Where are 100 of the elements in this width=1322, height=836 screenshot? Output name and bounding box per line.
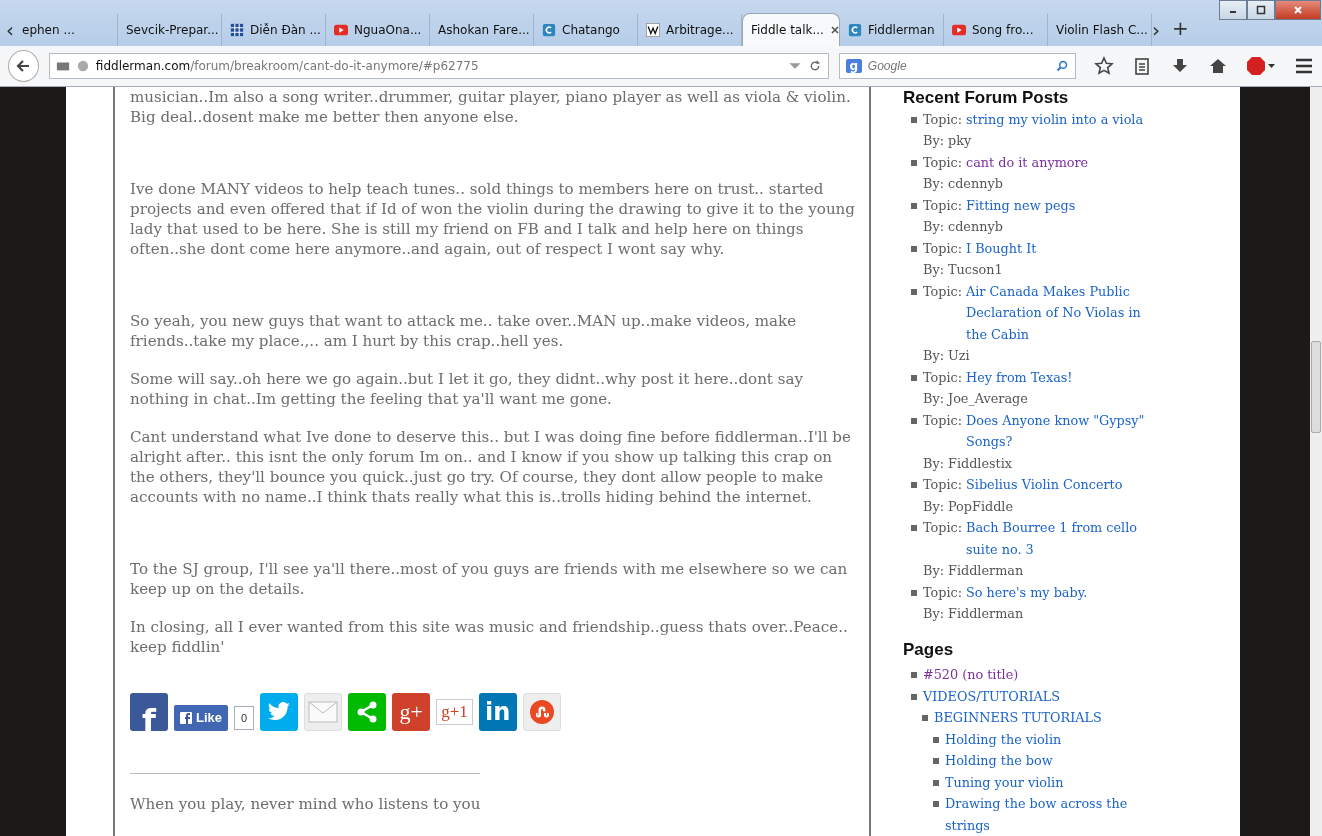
bird-icon xyxy=(267,702,292,722)
author-text: By: PopFiddle xyxy=(923,497,1015,516)
minimize-button[interactable] xyxy=(1218,0,1247,20)
twitter-share-button[interactable] xyxy=(260,693,299,731)
author-text: By: cdennyb xyxy=(923,175,1004,193)
browser-tab[interactable]: Fiddle talk... xyxy=(742,13,840,46)
section-heading: Recent Forum Posts xyxy=(903,87,1070,109)
topic-label: Topic: xyxy=(923,583,962,602)
scrollbar-thumb[interactable] xyxy=(1311,341,1321,433)
linkedin-share-button[interactable]: in xyxy=(478,693,517,731)
topic-label: Topic: xyxy=(923,110,962,129)
signature-text: When you play, never mind who listens to you xyxy=(130,794,482,814)
author-text: By: Fiddlerman xyxy=(923,605,1025,623)
envelope-icon xyxy=(308,701,339,723)
folder-icon xyxy=(55,60,70,72)
scroll-tabs-right-button[interactable]: › xyxy=(1152,16,1160,46)
url-text: fiddlerman.com/forum/breakroom/cant-do-it-anymore/#p62775 xyxy=(95,59,480,73)
back-button[interactable] xyxy=(8,50,39,82)
author-text: By: Tucson1 xyxy=(923,261,1004,279)
maximize-button[interactable] xyxy=(1246,0,1275,20)
clipboard-icon[interactable] xyxy=(1132,56,1152,76)
topic-link[interactable]: Fitting new pegs xyxy=(966,194,1076,216)
stumbleupon-icon xyxy=(528,699,555,725)
list-bullet xyxy=(911,525,917,531)
page-link[interactable]: VIDEOS/TUTORIALS xyxy=(923,685,1156,707)
star-icon[interactable] xyxy=(1094,56,1114,76)
search-bar[interactable]: g Google xyxy=(838,53,1076,79)
page-link[interactable]: Drawing the bow across the strings xyxy=(945,793,1156,836)
post-paragraph: musician..Im also a song writer..drummer, guitar player, piano player as well as viola & violin. Big deal..dosent make me better then anyone else. xyxy=(130,87,852,127)
topic-label: Topic: xyxy=(923,282,962,301)
author-text: By: Fiddlestix xyxy=(923,454,1014,473)
author-text: By: Fiddlerman xyxy=(923,562,1025,580)
list-bullet xyxy=(911,672,917,678)
search-icon[interactable] xyxy=(1055,60,1069,72)
topic-label: Topic: xyxy=(923,476,962,494)
topic-link[interactable]: Air Canada Makes Public Declaration of No Violas in the Cabin xyxy=(966,280,1156,345)
author-text: By: cdennyb xyxy=(923,218,1004,236)
arrow-left-icon xyxy=(15,58,32,74)
page-link[interactable]: Holding the bow xyxy=(945,750,1053,772)
scrollbar[interactable] xyxy=(1310,87,1322,836)
page-link[interactable]: Tuning your violin xyxy=(945,771,1064,793)
play-icon xyxy=(334,23,348,37)
topic-label: Topic: xyxy=(923,153,962,172)
topic-label: Topic: xyxy=(923,519,962,537)
new-tab-button[interactable]: + xyxy=(1172,14,1189,42)
page-link[interactable]: BEGINNERS TUTORIALS xyxy=(934,707,1156,729)
topic-link[interactable]: cant do it anymore xyxy=(966,151,1089,173)
play-icon xyxy=(952,23,966,37)
author-text: By: Uzi xyxy=(923,347,971,365)
list-bullet xyxy=(911,159,917,166)
wiki-icon xyxy=(646,23,660,37)
globe-icon xyxy=(75,60,90,72)
like-button[interactable]: Like xyxy=(174,705,228,731)
search-engine-button[interactable]: g xyxy=(845,59,862,73)
topic-link[interactable]: string my violin into a viola xyxy=(966,108,1144,130)
facebook-icon xyxy=(180,712,192,724)
author-text: By: pky xyxy=(923,132,973,150)
topic-label: Topic: xyxy=(923,411,962,430)
page-link[interactable]: #520 (no title) xyxy=(923,664,1019,686)
list-bullet xyxy=(911,116,917,123)
list-bullet xyxy=(911,693,917,700)
list-bullet xyxy=(911,417,917,424)
like-count: 0 xyxy=(234,706,255,730)
topic-label: Topic: xyxy=(923,196,962,215)
post-paragraph: To the SJ group, I'll see ya'll there..most of you guys are friends with me elsewhere so we can keep up on the details. xyxy=(130,559,849,599)
list-bullet xyxy=(911,374,917,381)
list-bullet xyxy=(922,715,928,721)
list-bullet xyxy=(911,482,917,488)
list-bullet xyxy=(933,801,939,807)
list-bullet xyxy=(911,589,917,596)
list-bullet xyxy=(911,288,917,295)
maximize-icon xyxy=(1255,5,1266,15)
topic-link[interactable]: Bach Bourree 1 from cello suite no. 3 xyxy=(966,517,1156,560)
google-plus-share-button[interactable]: g+ xyxy=(392,693,431,731)
topic-label: Topic: xyxy=(923,368,962,387)
grid-icon xyxy=(230,23,244,37)
stop-sign-icon[interactable] xyxy=(1246,56,1276,76)
home-icon[interactable] xyxy=(1208,56,1228,76)
post-paragraph: Some will say..oh here we go again..but I let it go, they didnt..why post it here..dont say nothing in chat..Im getting the feeling that ya'll want me gone. xyxy=(130,369,804,409)
post-paragraph: Ive done MANY videos to help teach tunes.. sold things to members here on trust.. started projects and even offered that if Id of won the violin during the drawing to give it to the young lady that used to be here. She is still my friend on FB and I talk and help here on things often..she dont come here anymore..and again, out of respect I wont say why. xyxy=(130,179,855,259)
close-window-button[interactable] xyxy=(1274,0,1321,20)
topic-link[interactable]: I Bought It xyxy=(966,237,1037,259)
menu-icon[interactable] xyxy=(1294,56,1314,76)
share-button[interactable] xyxy=(348,693,387,731)
chat-icon xyxy=(542,23,556,37)
topic-link[interactable]: So here's my baby. xyxy=(966,581,1088,603)
page-link[interactable]: Holding the violin xyxy=(945,728,1062,750)
facebook-share-button[interactable]: f xyxy=(130,693,168,731)
address-bar[interactable]: fiddlerman.com/forum/breakroom/cant-do-it-anymore/#p62775 xyxy=(48,53,829,79)
close-icon[interactable] xyxy=(829,25,839,35)
chat-icon xyxy=(848,23,862,37)
topic-link[interactable]: Hey from Texas! xyxy=(966,366,1073,388)
scroll-tabs-left-button[interactable]: ‹ xyxy=(6,16,14,46)
topic-link[interactable]: Sibelius Violin Concerto xyxy=(966,474,1123,496)
post-paragraph: So yeah, you new guys that want to attack me.. take over..MAN up..make videos, make friends..take my place.,.. am I hurt by this crap..hell yes. xyxy=(130,311,798,351)
stumbleupon-share-button[interactable] xyxy=(522,693,561,731)
topic-link[interactable]: Does Anyone know "Gypsy" Songs? xyxy=(966,409,1156,453)
plus-one-button[interactable]: g+1 xyxy=(436,699,473,725)
list-bullet xyxy=(933,758,939,764)
list-bullet xyxy=(933,779,939,786)
